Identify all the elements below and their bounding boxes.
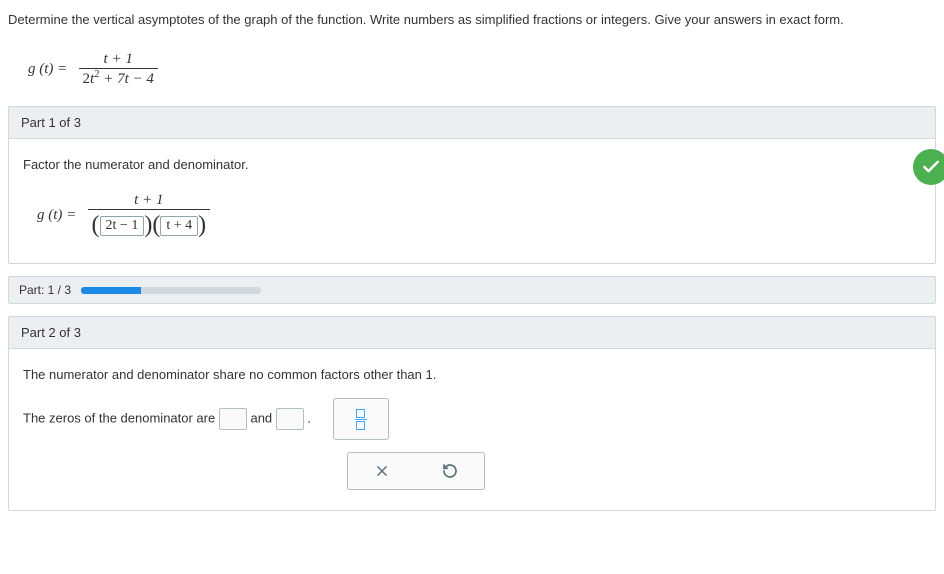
- action-toolbar: [347, 452, 485, 490]
- part1-lhs: g (t) =: [37, 207, 76, 223]
- undo-button[interactable]: [416, 453, 484, 489]
- clear-button[interactable]: [348, 453, 416, 489]
- part1-title: Part 1 of 3: [9, 107, 935, 139]
- zero-input-1[interactable]: [219, 408, 247, 430]
- part2-card: Part 2 of 3 The numerator and denominato…: [8, 316, 936, 511]
- factor2-answer: t + 4: [160, 216, 198, 236]
- function-definition: g (t) = t + 1 2t2 + 7t − 4: [8, 43, 936, 106]
- part1-card: Part 1 of 3 Factor the numerator and den…: [8, 106, 936, 264]
- progress-bar-row: Part: 1 / 3: [8, 276, 936, 304]
- zero-input-2[interactable]: [276, 408, 304, 430]
- part1-instruction: Factor the numerator and denominator.: [23, 157, 921, 172]
- correct-check-icon: [913, 149, 944, 185]
- progress-track: [81, 287, 261, 294]
- part1-numerator: t + 1: [134, 192, 163, 208]
- progress-label: Part: 1 / 3: [19, 283, 71, 297]
- fraction-tool[interactable]: [334, 399, 388, 439]
- progress-fill: [81, 287, 141, 294]
- question-prompt: Determine the vertical asymptotes of the…: [8, 8, 936, 43]
- numerator: t + 1: [104, 51, 133, 67]
- part2-statement: The numerator and denominator share no c…: [23, 367, 921, 382]
- factor1-answer: 2t − 1: [100, 216, 145, 236]
- math-toolbar: [333, 398, 389, 440]
- part2-fill-row: The zeros of the denominator are and .: [23, 398, 921, 440]
- function-lhs: g (t) =: [28, 61, 67, 77]
- part2-title: Part 2 of 3: [9, 317, 935, 349]
